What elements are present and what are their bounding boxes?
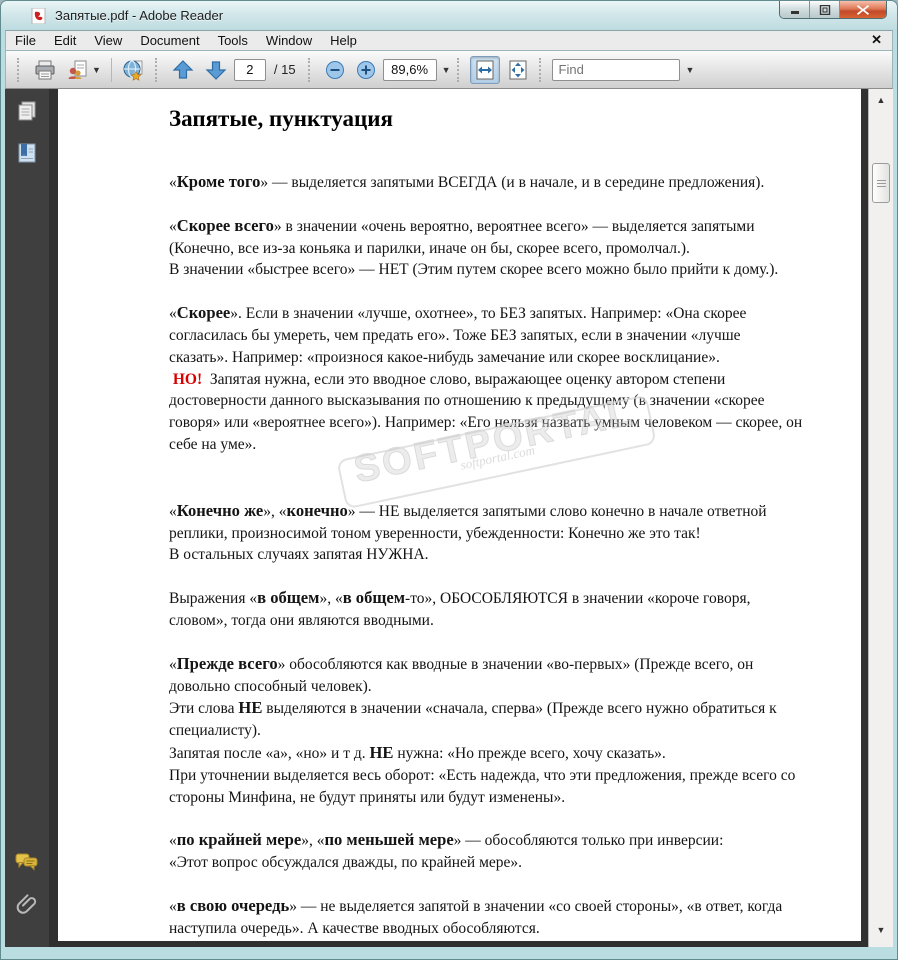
menu-item[interactable]: Edit bbox=[45, 32, 85, 49]
attachments-panel-button[interactable] bbox=[14, 891, 40, 917]
adobe-reader-window: Запятые.pdf - Adobe Reader File Edit View D… bbox=[0, 0, 898, 960]
globe-star-icon bbox=[123, 59, 143, 81]
minus-circle-icon bbox=[325, 60, 344, 79]
share-document-icon bbox=[68, 60, 87, 79]
menu-bar-items: File Edit View Document Tools Window Help bbox=[6, 32, 366, 49]
zoom-dropdown-icon[interactable]: ▼ bbox=[442, 65, 451, 75]
document-area: Запятые, пунктуация «Кроме того» — выдел… bbox=[49, 89, 868, 947]
toolbar: ▼ / 15 bbox=[5, 51, 893, 89]
toolbar-grip bbox=[538, 57, 546, 82]
toolbar-grip bbox=[17, 57, 24, 82]
find-dropdown-icon[interactable]: ▼ bbox=[686, 65, 695, 75]
close-document-icon[interactable]: ✕ bbox=[871, 32, 882, 48]
collaborate-button[interactable]: ▼ bbox=[63, 56, 104, 84]
paragraph: «Скорее». Если в значении «лучше, охотне… bbox=[169, 303, 807, 453]
window-controls bbox=[779, 1, 887, 19]
menu-item[interactable]: View bbox=[85, 32, 131, 49]
title-bar[interactable]: Запятые.pdf - Adobe Reader bbox=[1, 1, 897, 30]
pdf-page: Запятые, пунктуация «Кроме того» — выдел… bbox=[58, 89, 861, 941]
fit-width-icon bbox=[476, 60, 494, 79]
scrollbar-thumb[interactable] bbox=[872, 163, 890, 203]
find-input[interactable] bbox=[556, 61, 675, 78]
toolbar-grip bbox=[456, 57, 464, 82]
menu-item[interactable]: Document bbox=[131, 32, 208, 49]
arrow-up-icon bbox=[172, 59, 194, 79]
next-page-button[interactable] bbox=[201, 56, 231, 84]
acrobat-com-button[interactable] bbox=[119, 56, 149, 84]
zoom-in-button[interactable] bbox=[352, 56, 380, 84]
main-area: Запятые, пунктуация «Кроме того» — выдел… bbox=[5, 89, 893, 947]
menu-item[interactable]: File bbox=[6, 32, 45, 49]
zoom-out-button[interactable] bbox=[321, 56, 349, 84]
paragraph: «Прежде всего» обособляются как вводные … bbox=[169, 653, 796, 806]
page-title: Запятые, пунктуация bbox=[169, 106, 393, 131]
fit-page-button[interactable] bbox=[503, 56, 533, 84]
menu-item[interactable]: Window bbox=[257, 32, 321, 49]
find-box[interactable] bbox=[551, 58, 680, 81]
bookmarks-panel-button[interactable] bbox=[14, 140, 40, 166]
page-total-label: / 15 bbox=[273, 62, 296, 77]
scroll-up-icon[interactable]: ▲ bbox=[869, 95, 893, 105]
pages-icon bbox=[18, 101, 36, 121]
pdf-file-icon bbox=[31, 7, 46, 24]
paragraph: «Кроме того» — выделяется запятыми ВСЕГД… bbox=[169, 172, 765, 191]
paragraph: «в свою очередь» — не выделяется запятой… bbox=[169, 895, 787, 937]
toolbar-grip bbox=[307, 57, 315, 82]
pdf-text: «Кроме того» — выделяется запятыми ВСЕГД… bbox=[169, 171, 803, 941]
zoom-level-value[interactable]: 89,6% bbox=[382, 58, 437, 81]
minimize-button[interactable] bbox=[780, 1, 810, 18]
pages-panel-button[interactable] bbox=[14, 98, 40, 124]
window-title: Запятые.pdf - Adobe Reader bbox=[55, 8, 224, 23]
vertical-scrollbar[interactable]: ▲ ▼ bbox=[868, 89, 893, 947]
comments-panel-button[interactable] bbox=[14, 849, 40, 875]
bookmarks-icon bbox=[18, 143, 36, 163]
toolbar-separator bbox=[110, 57, 112, 82]
paperclip-icon bbox=[16, 894, 37, 914]
close-button[interactable] bbox=[840, 1, 886, 18]
menu-bar: File Edit View Document Tools Window Help ✕ bbox=[5, 30, 893, 51]
arrow-down-icon bbox=[205, 60, 227, 80]
navigation-sidebar bbox=[5, 89, 49, 947]
comments-icon bbox=[15, 853, 38, 871]
maximize-button[interactable] bbox=[810, 1, 840, 18]
toolbar-grip bbox=[154, 57, 162, 82]
page-number-input[interactable] bbox=[233, 58, 266, 81]
plus-circle-icon bbox=[356, 60, 375, 79]
fit-width-button[interactable] bbox=[469, 55, 500, 84]
paragraph: Выражения «в общем», «в общем-то», ОБОСО… bbox=[169, 588, 755, 629]
menu-item[interactable]: Help bbox=[321, 32, 366, 49]
paragraph: «Скорее всего» в значении «очень вероятн… bbox=[169, 215, 779, 279]
printer-icon bbox=[35, 60, 55, 79]
paragraph: «Конечно же», «конечно» — НЕ выделяется … bbox=[169, 500, 767, 564]
print-button[interactable] bbox=[30, 56, 60, 84]
fit-page-icon bbox=[509, 60, 527, 79]
previous-page-button[interactable] bbox=[168, 56, 198, 84]
scroll-down-icon[interactable]: ▼ bbox=[869, 925, 893, 935]
paragraph: «по крайней мере», «по меньшей мере» — о… bbox=[169, 830, 724, 872]
menu-item[interactable]: Tools bbox=[209, 32, 257, 49]
chevron-down-icon: ▼ bbox=[92, 64, 101, 75]
